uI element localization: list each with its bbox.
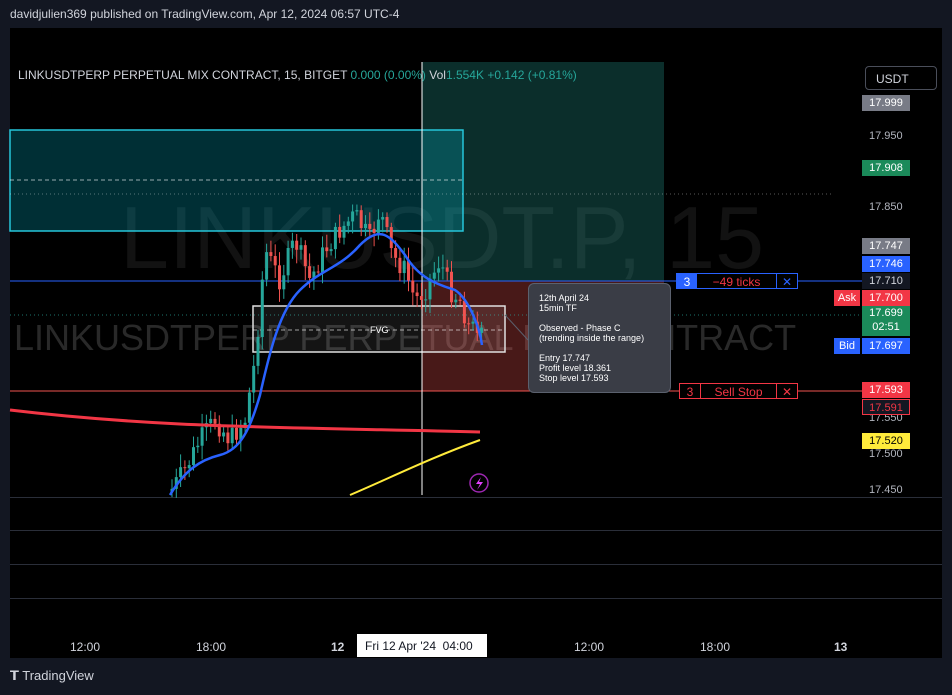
price-tag-last: 17.699 02:51	[862, 306, 910, 336]
crosshair-time-tag: Fri 12 Apr '24 04:00	[357, 634, 487, 657]
symbol-change: 0.000 (0.00%)	[350, 68, 426, 82]
tradingview-logo[interactable]: 𝗧 TradingView	[10, 668, 94, 684]
time-label: 12:00	[70, 640, 101, 654]
note-line: Stop level 17.593	[539, 373, 609, 383]
indicator-pane-4[interactable]	[10, 598, 942, 632]
price-tag-stop2: 17.591	[862, 399, 910, 415]
order-sell-stop[interactable]: 3 Sell Stop ✕	[679, 383, 798, 399]
price-label: 17.500	[869, 448, 903, 460]
publish-line: davidjulien369 published on TradingView.…	[10, 7, 400, 21]
symbol-legend[interactable]: LINKUSDTPERP PERPETUAL MIX CONTRACT, 15,…	[18, 68, 577, 82]
close-icon[interactable]: ✕	[777, 384, 797, 399]
time-label: 13	[834, 640, 848, 654]
price-tag-ask: 17.700	[862, 290, 910, 306]
countdown: 02:51	[872, 321, 900, 333]
publish-bar: davidjulien369 published on TradingView.…	[0, 0, 952, 28]
price-label: 17.450	[869, 484, 903, 496]
note-line: Entry 17.747	[539, 353, 591, 363]
volume-label: Vol	[429, 68, 446, 82]
note-line: 12th April 24	[539, 293, 590, 303]
cursor-date: Fri 12 Apr '24	[365, 639, 436, 653]
ask-label: Ask	[834, 290, 860, 306]
time-label: 12	[331, 640, 345, 654]
price-tag-top: 17.999	[862, 95, 910, 111]
price-tag-ma: 17.520	[862, 433, 910, 449]
price-tag-entry: 17.747	[862, 238, 910, 254]
tv-logo-icon: 𝗧	[10, 668, 19, 683]
price-tag-stop: 17.593	[862, 382, 910, 398]
volume-change: +0.142 (+0.81%)	[487, 68, 577, 82]
price-tag-target: 17.908	[862, 160, 910, 176]
note-line: Profit level 18.361	[539, 363, 612, 373]
indicator-pane-1[interactable]	[10, 497, 942, 530]
volume-value: 1.554K	[445, 68, 484, 82]
order-ticks-text: −49 ticks	[697, 274, 777, 289]
time-label: 18:00	[196, 640, 227, 654]
note-line: (trending inside the range)	[539, 333, 645, 343]
trade-note-callout[interactable]: 12th April 24 15min TF Observed - Phase …	[528, 283, 671, 393]
order-ticks[interactable]: 3 −49 ticks ✕	[676, 273, 798, 289]
price-tag-blue: 17.746	[862, 256, 910, 272]
note-line: 15min TF	[539, 303, 577, 313]
order-stop-text: Sell Stop	[701, 384, 777, 399]
time-label: 18:00	[700, 640, 731, 654]
indicator-pane-3[interactable]	[10, 564, 942, 598]
price-label: 17.950	[869, 130, 903, 142]
time-label: 12:00	[574, 640, 605, 654]
symbol-title: LINKUSDTPERP PERPETUAL MIX CONTRACT, 15,…	[18, 68, 348, 82]
price-label: 17.850	[869, 201, 903, 213]
price-tag-mid: 17.710	[862, 273, 910, 289]
currency-button[interactable]: USDT	[865, 66, 937, 90]
footer-brand: TradingView	[22, 668, 94, 683]
cursor-time: 04:00	[442, 639, 473, 653]
indicator-pane-2[interactable]	[10, 530, 942, 564]
order-stop-qty: 3	[680, 384, 701, 399]
price-tag-bid: 17.697	[862, 338, 910, 354]
last-price: 17.699	[869, 307, 903, 319]
order-ticks-qty: 3	[677, 274, 697, 289]
close-icon[interactable]: ✕	[777, 274, 797, 289]
bid-label: Bid	[834, 338, 860, 354]
note-line: Observed - Phase C	[539, 323, 621, 333]
